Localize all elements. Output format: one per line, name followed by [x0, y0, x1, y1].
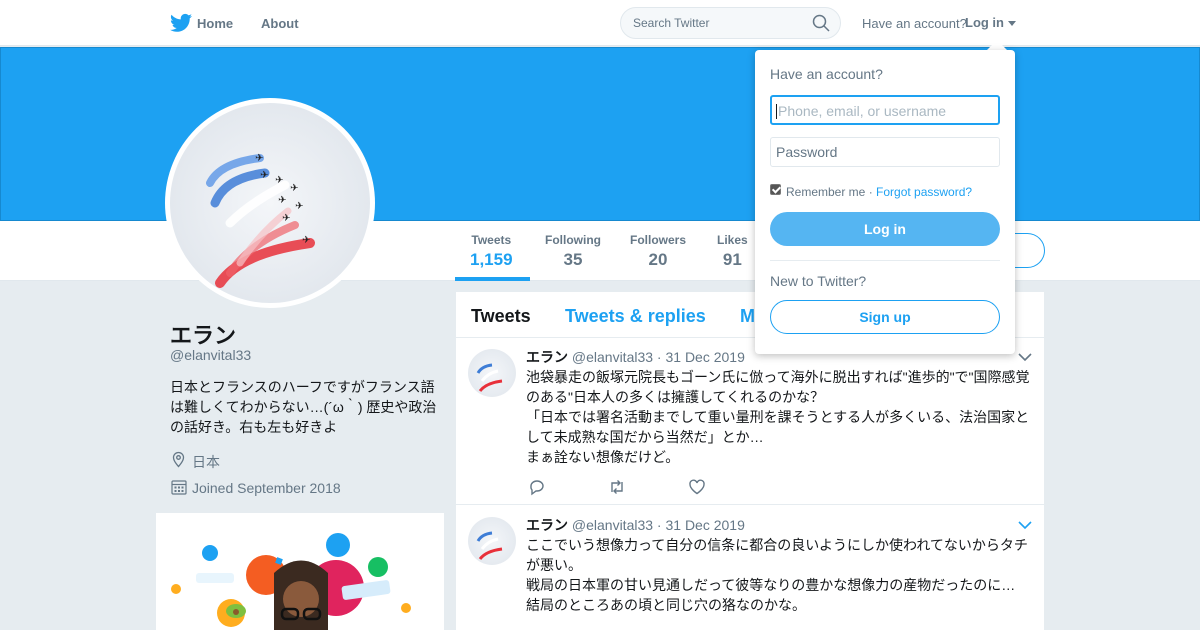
password-input[interactable]: Password [770, 137, 1000, 167]
forgot-password-link[interactable]: Forgot password? [876, 185, 972, 199]
tweet-text-line: して未成熟な国だから当然だ」とか… [526, 429, 764, 445]
profile-joined-date: Joined September 2018 [192, 480, 341, 496]
tweet-author-name[interactable]: エラン [526, 517, 568, 533]
signup-button[interactable]: Sign up [770, 300, 1000, 334]
twitter-bird-icon[interactable] [170, 13, 192, 33]
username-placeholder: Phone, email, or username [778, 103, 947, 119]
nav-login-button[interactable]: Log in [965, 15, 1004, 30]
profile-bio: 日本とフランスのハーフですがフランス語は難しくてわからない…(´ω｀) 歴史や政… [170, 379, 437, 435]
retweet-icon[interactable] [608, 478, 626, 496]
remember-me-checkbox[interactable] [770, 184, 781, 195]
remember-me-label[interactable]: Remember me [786, 185, 865, 199]
tweet-text-line: ここでいう想像力って自分の信条に都合の良いようにしか使われてないからタチ [526, 537, 1028, 553]
tweet-text-line: のある"日本人の多くは擁護してくれるのかな？ [526, 389, 825, 405]
nav-about-link[interactable]: About [261, 16, 299, 31]
tweet-author-name[interactable]: エラン [526, 349, 568, 365]
jets-smoke-image: ✈ ✈ ✈ ✈ ✈ ✈ ✈ ✈ [206, 153, 315, 288]
tab-tweets[interactable]: Tweets [471, 306, 531, 327]
chevron-down-icon[interactable] [1018, 520, 1032, 530]
promo-illustration [171, 533, 411, 630]
tweet-header: エラン @elanvital33 · 31 Dec 2019 [526, 515, 745, 535]
tweet-text-line: 戦局の日本軍の甘い見通しだって彼等なりの豊かな想像力の産物だったのに… [526, 577, 1016, 593]
profile-handle[interactable]: @elanvital33 [170, 347, 251, 363]
tweet-text: 池袋暴走の飯塚元院長もゴーン氏に倣って海外に脱出すれば"進歩的"で"国際感覚 の… [526, 367, 1036, 467]
dropdown-divider [770, 260, 1000, 261]
stat-label: Likes [717, 233, 748, 247]
profile-avatar[interactable]: ✈ ✈ ✈ ✈ ✈ ✈ ✈ ✈ [170, 103, 370, 303]
tweet-text-line: まぁ詮ない想像だけど。 [526, 449, 680, 465]
username-input[interactable]: Phone, email, or username [770, 95, 1000, 125]
tweet-avatar-image [476, 531, 503, 560]
tweet-header: エラン @elanvital33 · 31 Dec 2019 [526, 347, 745, 367]
login-button[interactable]: Log in [770, 212, 1000, 246]
tab-media[interactable]: M [740, 306, 755, 327]
stat-followers[interactable]: Followers 20 [630, 233, 686, 270]
svg-text:✈: ✈ [260, 170, 268, 181]
profile-avatar-frame: ✈ ✈ ✈ ✈ ✈ ✈ ✈ ✈ [165, 98, 375, 308]
tweet-text: ここでいう想像力って自分の信条に都合の良いようにしか使われてないからタチ が悪い… [526, 535, 1036, 615]
stat-label: Tweets [471, 233, 512, 247]
login-dropdown: Have an account? Phone, email, or userna… [755, 50, 1015, 354]
profile-location: 日本 [192, 454, 220, 470]
profile-name: エラン [170, 323, 237, 348]
dropdown-arrow [987, 40, 1007, 50]
calendar-icon [171, 480, 187, 495]
stat-label: Followers [630, 233, 687, 247]
new-to-twitter-text: New to Twitter? [770, 273, 867, 289]
svg-text:✈: ✈ [302, 235, 310, 246]
dropdown-heading: Have an account? [770, 66, 883, 82]
tweet-avatar-image [476, 363, 503, 392]
tweet-avatar[interactable] [468, 349, 516, 397]
stat-tweets[interactable]: Tweets 1,159 [470, 233, 513, 270]
chevron-down-icon[interactable] [1018, 352, 1032, 362]
tweet-author-meta[interactable]: @elanvital33 · 31 Dec 2019 [572, 517, 745, 533]
stat-label: Following [545, 233, 601, 247]
svg-text:✈: ✈ [278, 195, 286, 206]
tweet-item[interactable]: エラン @elanvital33 · 31 Dec 2019 ここでいう想像力っ… [456, 506, 1044, 630]
svg-text:✈: ✈ [275, 175, 283, 186]
search-icon[interactable] [812, 14, 830, 32]
svg-text:✈: ✈ [282, 213, 290, 224]
nav-home-link[interactable]: Home [197, 16, 233, 31]
tweet-avatar[interactable] [468, 517, 516, 565]
svg-text:✈: ✈ [290, 183, 298, 194]
remember-me-row: Remember me · Forgot password? [786, 185, 972, 199]
tweet-text-line: 結局のところあの頃と同じ穴の狢なのかな。 [526, 597, 806, 613]
active-stat-underline [455, 277, 530, 281]
tweet-text-line: 池袋暴走の飯塚元院長もゴーン氏に倣って海外に脱出すれば"進歩的"で"国際感覚 [526, 369, 1030, 385]
reply-icon[interactable] [528, 478, 546, 496]
have-account-text: Have an account? [862, 16, 967, 31]
tab-tweets-and-replies[interactable]: Tweets & replies [565, 306, 706, 327]
like-icon[interactable] [688, 478, 706, 496]
text-cursor [776, 104, 777, 119]
location-pin-icon [172, 451, 185, 468]
svg-text:✈: ✈ [255, 153, 263, 164]
stat-value: 20 [648, 250, 668, 269]
search-input[interactable]: Search Twitter [620, 7, 841, 39]
top-navigation: Home About Search Twitter Have an accoun… [0, 0, 1200, 46]
tweet-item[interactable]: エラン @elanvital33 · 31 Dec 2019 池袋暴走の飯塚元院… [456, 338, 1044, 505]
stat-value: 91 [722, 250, 742, 269]
tweet-author-meta[interactable]: @elanvital33 · 31 Dec 2019 [572, 349, 745, 365]
stat-value: 35 [563, 250, 583, 269]
stat-likes[interactable]: Likes 91 [717, 233, 748, 270]
stat-value: 1,159 [470, 250, 513, 269]
svg-text:✈: ✈ [295, 201, 303, 212]
promo-illustration-card [156, 513, 444, 630]
remember-separator: · [865, 185, 877, 199]
stat-following[interactable]: Following 35 [545, 233, 601, 270]
tweet-text-line: 「日本では署名活動までして重い量刑を課そうとする人が多くいる、法治国家と [526, 409, 1030, 425]
tweet-text-line: が悪い。 [526, 557, 582, 573]
caret-down-icon[interactable] [1008, 21, 1016, 26]
